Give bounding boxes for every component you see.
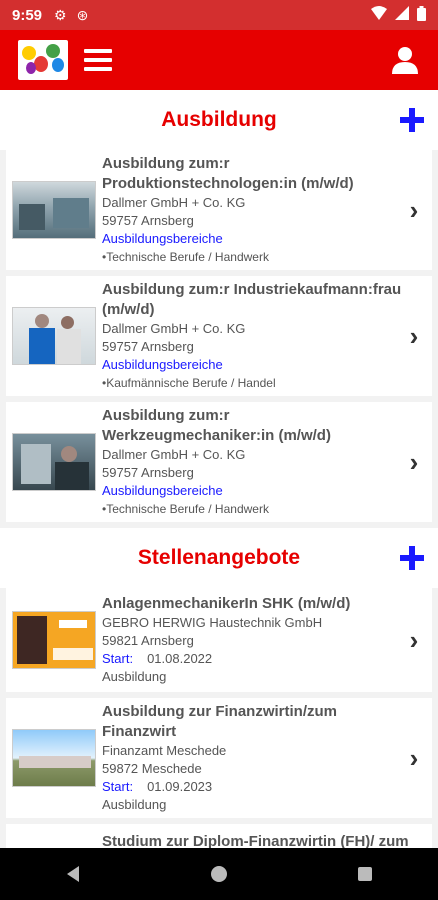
- card-category: •Kaufmännische Berufe / Handel: [102, 376, 276, 390]
- card-title: Ausbildung zum:r Werkzeugmechaniker:in (…: [102, 407, 331, 444]
- card-company: Dallmer GmbH + Co. KG: [102, 321, 246, 336]
- chevron-right-icon[interactable]: ›: [402, 195, 426, 226]
- card-link-ausbildungsbereiche[interactable]: Ausbildungsbereiche: [102, 482, 402, 500]
- app-logo[interactable]: [18, 40, 68, 80]
- stelle-card[interactable]: Ausbildung zur Finanzwirtin/zum Finanzwi…: [6, 698, 432, 818]
- start-label: Start:: [102, 651, 134, 666]
- card-start: Start: 01.09.2023: [102, 778, 402, 796]
- start-date: 01.09.2023: [147, 779, 213, 794]
- card-location: 59757 Arnsberg: [102, 339, 194, 354]
- settings-icon: ⚙: [54, 6, 67, 23]
- status-bar: 9:59 ⚙ ⊛: [0, 0, 438, 30]
- chevron-right-icon[interactable]: ›: [402, 743, 426, 774]
- job-thumbnail: [12, 611, 96, 669]
- card-start: Start: 01.08.2022: [102, 650, 402, 668]
- card-body: Ausbildung zum:r Werkzeugmechaniker:in (…: [102, 406, 402, 518]
- chevron-right-icon[interactable]: ›: [402, 625, 426, 656]
- add-stelle-plus-icon[interactable]: [398, 544, 426, 572]
- card-title: Ausbildung zur Finanzwirtin/zum Finanzwi…: [102, 703, 337, 740]
- ausbildung-card[interactable]: Ausbildung zum:r Werkzeugmechaniker:in (…: [6, 402, 432, 522]
- data-saver-icon: ⊛: [76, 6, 89, 23]
- card-location: 59757 Arnsberg: [102, 465, 194, 480]
- home-icon[interactable]: [199, 854, 239, 894]
- main-content[interactable]: Ausbildung Ausbildung zum:r Produktionst…: [0, 90, 438, 848]
- stelle-card[interactable]: Studium zur Diplom-Finanzwirtin (FH)/ zu…: [6, 824, 432, 848]
- card-title: Ausbildung zum:r Produktionstechnologen:…: [102, 155, 354, 192]
- stelle-card[interactable]: AnlagenmechanikerIn SHK (m/w/d) GEBRO HE…: [6, 588, 432, 692]
- card-title: Studium zur Diplom-Finanzwirtin (FH)/ zu…: [102, 833, 409, 848]
- card-type: Ausbildung: [102, 797, 167, 812]
- status-time: 9:59: [12, 6, 43, 24]
- signal-icon: [395, 6, 409, 24]
- section-title-ausbildung: Ausbildung: [161, 108, 277, 131]
- card-body: AnlagenmechanikerIn SHK (m/w/d) GEBRO HE…: [102, 594, 402, 686]
- system-nav-bar: [0, 848, 438, 900]
- card-link-ausbildungsbereiche[interactable]: Ausbildungsbereiche: [102, 230, 402, 248]
- card-location: 59757 Arnsberg: [102, 213, 194, 228]
- app-bar: [0, 30, 438, 90]
- start-label: Start:: [102, 779, 134, 794]
- card-title: AnlagenmechanikerIn SHK (m/w/d): [102, 595, 351, 612]
- card-body: Studium zur Diplom-Finanzwirtin (FH)/ zu…: [102, 832, 426, 848]
- card-location: 59872 Meschede: [102, 761, 202, 776]
- section-title-stellenangebote: Stellenangebote: [137, 546, 301, 569]
- job-thumbnail: [12, 433, 96, 491]
- card-company: Dallmer GmbH + Co. KG: [102, 195, 246, 210]
- hamburger-menu-icon[interactable]: [84, 49, 112, 71]
- card-category: •Technische Berufe / Handwerk: [102, 502, 269, 516]
- card-category: •Technische Berufe / Handwerk: [102, 250, 269, 264]
- user-icon[interactable]: [390, 45, 420, 75]
- start-date: 01.08.2022: [147, 651, 213, 666]
- card-location: 59821 Arnsberg: [102, 633, 194, 648]
- battery-icon: [417, 5, 426, 25]
- job-thumbnail: [12, 729, 96, 787]
- card-body: Ausbildung zum:r Industriekaufmann:frau …: [102, 280, 402, 392]
- ausbildung-card[interactable]: Ausbildung zum:r Produktionstechnologen:…: [6, 150, 432, 270]
- chevron-right-icon[interactable]: ›: [402, 447, 426, 478]
- chevron-right-icon[interactable]: ›: [402, 321, 426, 352]
- recents-icon[interactable]: [345, 854, 385, 894]
- card-company: GEBRO HERWIG Haustechnik GmbH: [102, 615, 323, 630]
- job-thumbnail: [12, 307, 96, 365]
- card-body: Ausbildung zum:r Produktionstechnologen:…: [102, 154, 402, 266]
- job-thumbnail: [12, 181, 96, 239]
- stellen-header: Stellenangebote: [0, 528, 438, 588]
- card-body: Ausbildung zur Finanzwirtin/zum Finanzwi…: [102, 702, 402, 814]
- card-company: Dallmer GmbH + Co. KG: [102, 447, 246, 462]
- add-ausbildung-plus-icon[interactable]: [398, 106, 426, 134]
- ausbildung-header: Ausbildung: [0, 90, 438, 150]
- card-title: Ausbildung zum:r Industriekaufmann:frau …: [102, 281, 402, 318]
- wifi-icon: [371, 6, 387, 24]
- back-icon[interactable]: [53, 854, 93, 894]
- card-company: Finanzamt Meschede: [102, 743, 227, 758]
- ausbildung-card[interactable]: Ausbildung zum:r Industriekaufmann:frau …: [6, 276, 432, 396]
- card-link-ausbildungsbereiche[interactable]: Ausbildungsbereiche: [102, 356, 402, 374]
- card-type: Ausbildung: [102, 669, 167, 684]
